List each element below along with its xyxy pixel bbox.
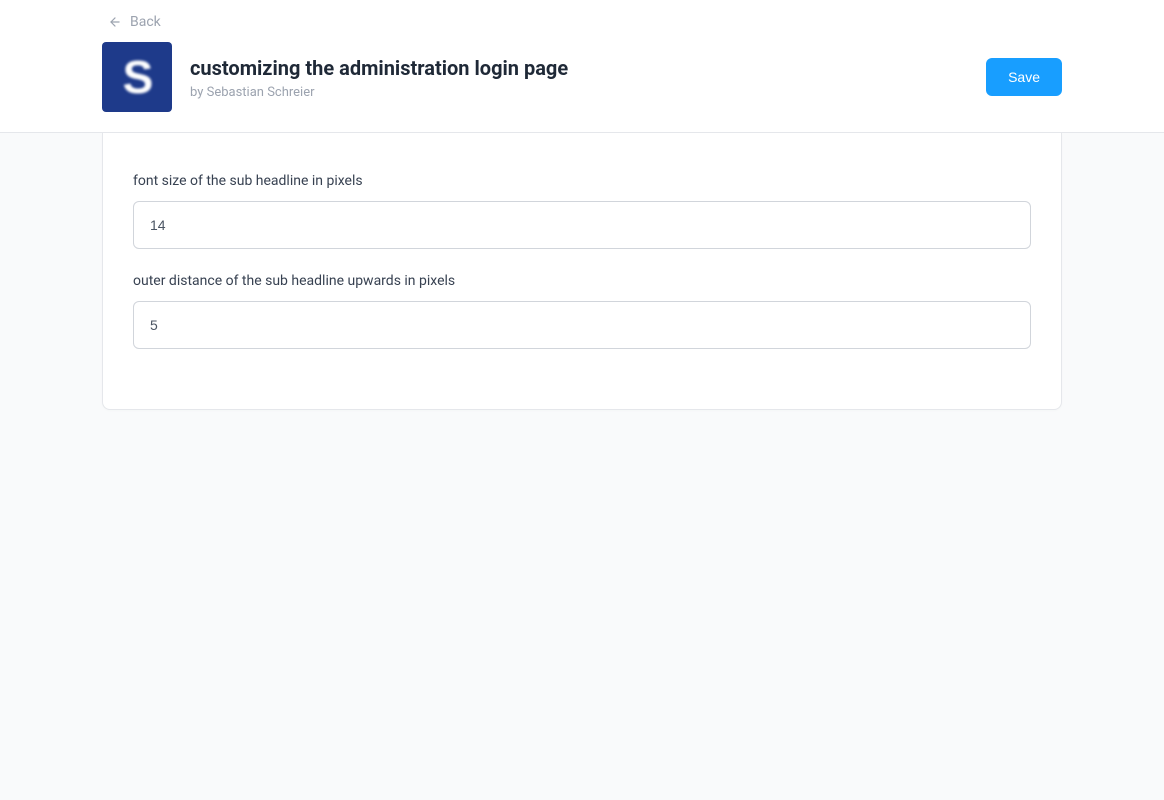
form-group-outer-distance: outer distance of the sub headline upwar…	[133, 273, 1031, 349]
form-group-font-size: font size of the sub headline in pixels	[133, 173, 1031, 249]
field-label: font size of the sub headline in pixels	[133, 173, 1031, 189]
byline: by Sebastian Schreier	[190, 85, 968, 100]
field-label: outer distance of the sub headline upwar…	[133, 273, 1031, 289]
settings-card: font size of the sub headline in pixels …	[102, 133, 1062, 410]
page-header: Back S customizing the administration lo…	[0, 0, 1164, 133]
plugin-logo: S	[102, 42, 172, 112]
page-title: customizing the administration login pag…	[190, 55, 968, 81]
title-block: customizing the administration login pag…	[190, 55, 968, 100]
outer-distance-input[interactable]	[133, 301, 1031, 349]
back-label: Back	[130, 14, 161, 30]
plugin-logo-letter: S	[123, 50, 152, 104]
font-size-input[interactable]	[133, 201, 1031, 249]
save-button[interactable]: Save	[986, 58, 1062, 96]
arrow-left-icon	[108, 15, 122, 29]
back-link[interactable]: Back	[108, 14, 161, 30]
